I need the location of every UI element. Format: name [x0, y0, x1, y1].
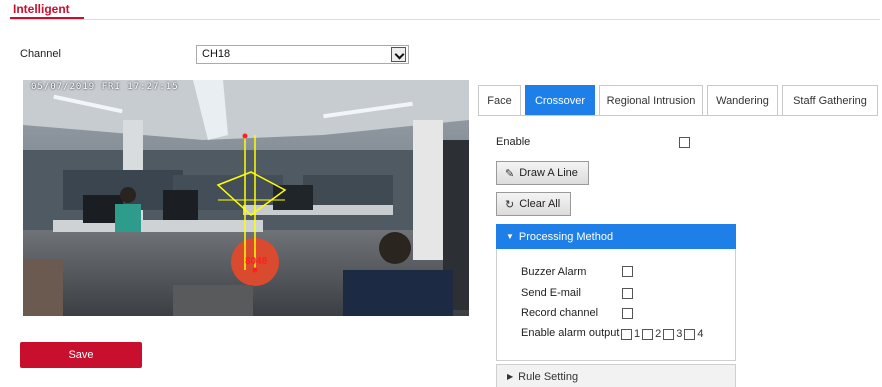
channel-select-value: CH18 — [202, 48, 231, 60]
channel-label: Channel — [20, 48, 61, 60]
draw-line-label: Draw A Line — [519, 167, 578, 179]
tab-wandering[interactable]: Wandering — [707, 85, 778, 116]
camera-scene-image — [23, 80, 469, 316]
alarm-output-3-checkbox[interactable] — [663, 328, 675, 340]
caret-down-icon: ▼ — [506, 232, 514, 241]
osd-timestamp: 05/07/2019 FRI 17:27:15 — [31, 82, 179, 92]
alarm-output-4-label: 4 — [697, 328, 704, 340]
buzzer-checkbox[interactable] — [622, 266, 633, 277]
clear-all-button[interactable]: ↻ Clear All — [496, 192, 572, 216]
buzzer-label: Buzzer Alarm — [521, 266, 587, 278]
save-button[interactable]: Save — [20, 342, 142, 368]
rule-setting-title: Rule Setting — [518, 370, 579, 383]
tab-regional-intrusion[interactable]: Regional Intrusion — [599, 85, 703, 116]
record-label: Record channel — [521, 307, 599, 319]
tab-divider — [478, 115, 878, 116]
enable-label: Enable — [496, 136, 531, 148]
header-divider — [10, 19, 880, 20]
refresh-icon: ↻ — [505, 198, 515, 211]
pencil-icon: ✎ — [505, 167, 515, 180]
processing-method-header[interactable]: ▼ Processing Method — [496, 224, 736, 249]
overlay-label: 8048 — [245, 256, 268, 267]
video-preview[interactable]: 05/07/2019 FRI 17:27:15 8048 — [23, 80, 469, 316]
email-label: Send E-mail — [521, 287, 581, 299]
rule-setting-header[interactable]: ▶ Rule Setting — [496, 364, 736, 387]
processing-method-title: Processing Method — [518, 230, 614, 243]
alarm-output-2-checkbox[interactable] — [642, 328, 654, 340]
record-checkbox[interactable] — [622, 308, 633, 319]
alarm-output-3-label: 3 — [676, 328, 683, 340]
enable-checkbox[interactable] — [679, 137, 690, 148]
alarm-output-1-label: 1 — [634, 328, 641, 340]
alarm-output-1-checkbox[interactable] — [621, 328, 632, 340]
clear-all-label: Clear All — [519, 198, 561, 210]
tab-staff-gathering[interactable]: Staff Gathering — [782, 85, 878, 116]
draw-line-button[interactable]: ✎ Draw A Line — [496, 161, 589, 185]
chevron-down-icon[interactable] — [391, 47, 406, 62]
alarm-output-label: Enable alarm output — [521, 327, 620, 339]
tab-crossover[interactable]: Crossover — [525, 85, 595, 116]
page-title[interactable]: Intelligent — [13, 2, 70, 16]
channel-select[interactable]: CH18 — [196, 45, 409, 64]
email-checkbox[interactable] — [622, 288, 633, 299]
tab-face[interactable]: Face — [478, 85, 521, 116]
caret-right-icon: ▶ — [507, 372, 514, 381]
alarm-output-group: 1 2 3 4 — [621, 328, 706, 340]
alarm-output-2-label: 2 — [655, 328, 662, 340]
alarm-output-4-checkbox[interactable] — [684, 328, 696, 340]
